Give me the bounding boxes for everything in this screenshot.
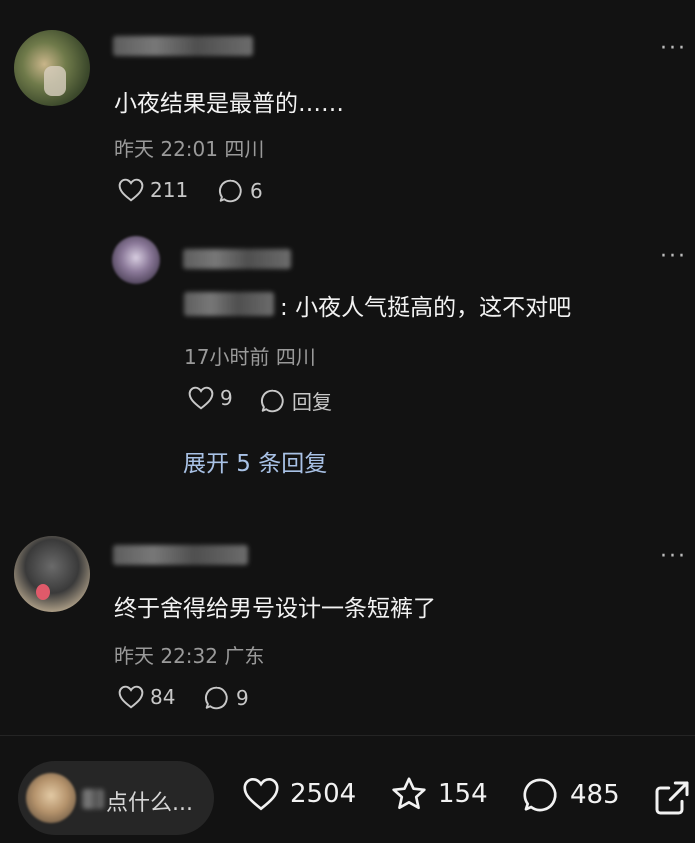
comment-input[interactable]: 点什么... [18,761,214,835]
avatar [26,773,76,823]
heart-icon [188,386,214,410]
comment-location: 四川 [275,345,316,369]
comment-meta: 昨天 22:01 四川 [114,133,264,162]
like-count: 9 [220,386,233,410]
like-button[interactable]: 9 [188,386,233,410]
heart-icon [118,178,144,202]
reply-count: 6 [250,179,263,203]
favorite-button[interactable]: 154 [390,776,488,812]
reply-content: 小夜人气挺高的，这不对吧 [295,295,572,321]
reply-to-blurred[interactable] [184,292,274,316]
comment-icon [219,179,242,203]
reply-button[interactable]: 9 [204,685,249,711]
comments-button[interactable]: 485 [522,776,620,814]
username-blurred [82,789,104,809]
heart-icon [243,778,279,811]
more-icon[interactable]: ··· [660,38,687,60]
comment-total: 485 [570,780,620,810]
reply-label: 回复 [292,390,332,414]
more-icon[interactable]: ··· [660,246,687,268]
share-button[interactable] [652,778,695,818]
reply-prefix: : [280,295,288,321]
expand-replies-link[interactable]: 展开 5 条回复 [183,444,327,478]
bottom-bar: 点什么... 2504 154 485 [0,735,695,843]
reply-button[interactable]: 回复 [260,386,332,415]
like-button[interactable]: 84 [118,685,175,709]
username-blurred[interactable] [113,545,248,565]
comment-meta: 昨天 22:32 广东 [114,640,264,669]
heart-icon [118,685,144,709]
like-post-button[interactable]: 2504 [242,777,356,811]
star-icon [392,777,426,810]
comment-time: 昨天 22:32 [114,644,218,668]
like-total: 2504 [290,779,357,809]
like-button[interactable]: 211 [118,178,188,202]
reply-text: : 小夜人气挺高的，这不对吧 [280,288,571,322]
more-icon[interactable]: ··· [660,546,687,568]
like-count: 84 [150,685,176,709]
favorite-total: 154 [438,779,488,809]
like-count: 211 [150,178,189,202]
comment-location: 广东 [224,644,265,668]
avatar[interactable] [112,236,160,284]
comment-time: 17小时前 [184,345,270,369]
reply-count: 9 [236,686,249,710]
comment-time: 昨天 22:01 [114,137,218,161]
comment-text: 小夜结果是最普的…… [114,91,344,117]
comment-meta: 17小时前 四川 [184,341,316,370]
comment-location: 四川 [224,137,265,161]
username-blurred[interactable] [113,36,253,56]
comment-icon [261,389,284,412]
comment-icon [523,778,557,812]
username-blurred[interactable] [183,249,291,269]
avatar[interactable] [14,536,90,612]
reply-button[interactable]: 6 [218,178,263,204]
avatar[interactable] [14,30,90,106]
input-placeholder: 点什么... [106,791,193,816]
comment-icon [205,686,228,710]
comment-text: 终于舍得给男号设计一条短裤了 [114,596,436,622]
share-icon [655,781,689,815]
